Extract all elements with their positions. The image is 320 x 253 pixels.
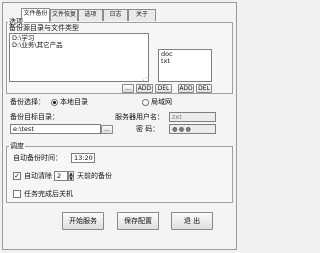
exit-button[interactable]: 退 出 [171,212,213,230]
days-field[interactable]: 2 [54,171,68,181]
schedule-group-title: 调度 [9,142,25,150]
radio-local-dir-label: 本地目录 [60,98,88,106]
del-folder-button[interactable]: DEL [155,84,172,93]
radio-lan[interactable] [142,99,149,106]
backup-select-label: 备份选择： [10,98,45,106]
server-user-field[interactable]: zxt [169,112,216,122]
auto-clear-label: 自动清除 [24,172,52,180]
source-subtitle: 备份源目录与文件类型 [9,24,79,32]
start-service-button[interactable]: 开始服务 [62,212,104,230]
password-label: 密 码： [136,125,160,133]
add-type-button[interactable]: ADD [178,84,194,93]
resize-grip-icon: ⋰ [142,73,150,82]
target-dir-field[interactable]: e:\test [10,124,101,134]
tab-file-backup[interactable]: 文件备份 [21,8,50,22]
browse-target-button[interactable]: ... [101,125,113,134]
del-type-button[interactable]: DEL [196,84,212,93]
target-dir-label: 备份目标目录： [10,113,59,121]
auto-clear-checkbox[interactable]: ✓ [13,172,21,180]
tab-about[interactable]: 关于 [128,9,156,21]
tab-log[interactable]: 日志 [103,9,128,21]
shutdown-checkbox[interactable] [13,190,21,198]
file-type-list[interactable]: doc txt [158,49,212,82]
auto-time-field[interactable]: 13:20 [71,153,95,163]
save-config-button[interactable]: 保存配置 [117,212,159,230]
tab-options[interactable]: 选项 [78,9,103,21]
add-folder-button[interactable]: ADD [136,84,153,93]
list-item[interactable]: D:\业务\其它产品 [12,42,146,49]
password-field[interactable]: ●●● [169,124,216,134]
radio-lan-label: 局域网 [151,98,172,106]
shutdown-label: 任务完成后关机 [24,190,73,198]
tab-file-restore[interactable]: 文件恢复 [50,9,78,21]
auto-time-label: 自动备份时间： [13,154,62,162]
list-item[interactable]: txt [161,58,209,65]
spin-down-icon[interactable]: ▼ [68,176,74,181]
days-suffix-label: 天前的备份 [77,172,112,180]
browse-folder-button[interactable]: ... [122,84,134,93]
radio-local-dir[interactable] [51,99,58,106]
source-folder-list[interactable]: D:\学习 D:\业务\其它产品 [9,33,149,82]
server-user-label: 服务器用户名： [115,113,164,121]
